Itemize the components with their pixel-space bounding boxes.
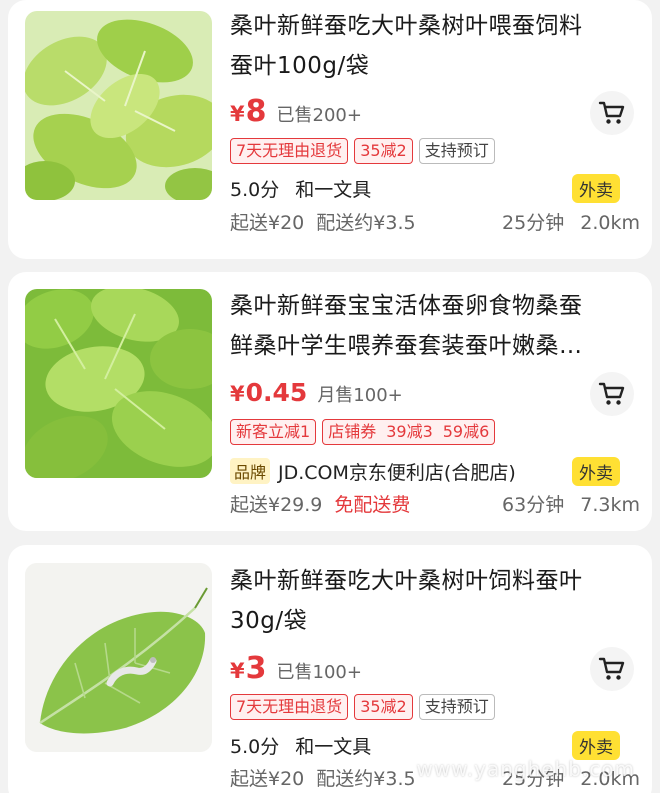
product-image[interactable] bbox=[25, 11, 212, 200]
product-image[interactable] bbox=[25, 563, 212, 752]
currency-symbol: ¥ bbox=[230, 102, 245, 126]
delivery-fee: 配送约¥3.5 bbox=[316, 211, 416, 234]
min-order: 起送¥20 bbox=[230, 767, 305, 790]
promo-tag: 7天无理由退货 bbox=[230, 694, 349, 720]
price: 0.45 bbox=[245, 378, 308, 407]
distance: 2.0km bbox=[580, 211, 640, 234]
title-line-2: 蚕叶100g/袋 bbox=[230, 53, 370, 79]
waimai-badge: 外卖 bbox=[572, 730, 620, 760]
shop-row[interactable]: 品牌 JD.COM京东便利店(合肥店) 外卖 bbox=[230, 455, 640, 487]
shop-name[interactable]: 和一文具 bbox=[295, 175, 371, 202]
shop-rating: 5.0分 bbox=[230, 178, 280, 201]
product-card[interactable]: 桑叶新鲜蚕吃大叶桑树叶饲料蚕叶 30g/袋 ¥ 3 已售100+ 7天无理由退货… bbox=[8, 545, 652, 793]
coupon-value: 59减6 bbox=[442, 422, 490, 441]
watermark: www.yanghehb.com bbox=[416, 757, 635, 781]
promo-tag: 支持预订 bbox=[418, 138, 495, 164]
product-image[interactable] bbox=[25, 289, 212, 478]
promo-tags: 新客立减1 店铺券 39减3 59减6 bbox=[230, 419, 496, 445]
distance: 7.3km bbox=[580, 493, 640, 516]
shop-row[interactable]: 5.0分 和一文具 外卖 bbox=[230, 172, 640, 204]
delivery-eta: 25分钟 bbox=[502, 211, 565, 234]
currency-symbol: ¥ bbox=[230, 382, 245, 406]
price: 3 bbox=[245, 651, 267, 686]
eta-distance: 63分钟 7.3km bbox=[502, 490, 640, 517]
add-to-cart-button[interactable] bbox=[590, 91, 634, 135]
promo-tags: 7天无理由退货 35减2 支持预订 bbox=[230, 138, 495, 164]
mulberry-leaves-image bbox=[25, 289, 212, 478]
price-row: ¥ 0.45 月售100+ bbox=[230, 378, 403, 414]
coupon-tag: 店铺券 39减3 59减6 bbox=[322, 419, 496, 445]
price: 8 bbox=[245, 94, 267, 129]
currency-symbol: ¥ bbox=[230, 659, 245, 683]
delivery-fee: 配送约¥3.5 bbox=[316, 767, 416, 790]
cart-icon bbox=[598, 101, 625, 124]
shop-name[interactable]: 和一文具 bbox=[295, 732, 371, 759]
cart-icon bbox=[598, 657, 625, 680]
mulberry-leaf-silkworm-image bbox=[25, 563, 212, 752]
delivery-eta: 63分钟 bbox=[502, 493, 565, 516]
sales-count: 已售100+ bbox=[276, 662, 362, 683]
promo-tag: 支持预订 bbox=[418, 694, 495, 720]
title-line-2: 鲜桑叶学生喂养蚕套装蚕叶嫩桑… bbox=[230, 333, 583, 359]
promo-tag: 35减2 bbox=[354, 694, 413, 720]
price-row: ¥ 8 已售200+ bbox=[230, 94, 362, 130]
price-row: ¥ 3 已售100+ bbox=[230, 651, 362, 687]
title-line-2: 30g/袋 bbox=[230, 608, 308, 634]
min-order: 起送¥29.9 bbox=[230, 493, 323, 516]
coupon-value: 39减3 bbox=[386, 422, 433, 441]
product-card[interactable]: 桑叶新鲜蚕吃大叶桑树叶喂蚕饲料 蚕叶100g/袋 ¥ 8 已售200+ 7天无理… bbox=[8, 0, 652, 259]
free-delivery: 免配送费 bbox=[334, 493, 411, 516]
sales-count: 月售100+ bbox=[317, 385, 403, 406]
product-title[interactable]: 桑叶新鲜蚕吃大叶桑树叶喂蚕饲料 蚕叶100g/袋 bbox=[230, 6, 640, 86]
mulberry-leaves-image bbox=[25, 11, 212, 200]
brand-badge: 品牌 bbox=[230, 458, 271, 484]
eta-distance: 25分钟 2.0km bbox=[502, 208, 640, 235]
add-to-cart-button[interactable] bbox=[590, 372, 634, 416]
waimai-badge: 外卖 bbox=[572, 456, 620, 486]
promo-tags: 7天无理由退货 35减2 支持预订 bbox=[230, 694, 495, 720]
delivery-info: 起送¥20 配送约¥3.5 25分钟 2.0km bbox=[230, 206, 640, 236]
product-title[interactable]: 桑叶新鲜蚕宝宝活体蚕卵食物桑蚕 鲜桑叶学生喂养蚕套装蚕叶嫩桑… bbox=[230, 286, 640, 366]
product-title[interactable]: 桑叶新鲜蚕吃大叶桑树叶饲料蚕叶 30g/袋 bbox=[230, 561, 640, 641]
promo-tag: 新客立减1 bbox=[230, 419, 317, 445]
title-line-1: 桑叶新鲜蚕吃大叶桑树叶饲料蚕叶 bbox=[230, 568, 583, 594]
min-order: 起送¥20 bbox=[230, 211, 305, 234]
cart-icon bbox=[598, 382, 625, 405]
title-line-1: 桑叶新鲜蚕宝宝活体蚕卵食物桑蚕 bbox=[230, 293, 583, 319]
coupon-label: 店铺券 bbox=[328, 422, 377, 441]
sales-count: 已售200+ bbox=[276, 105, 362, 126]
waimai-badge: 外卖 bbox=[572, 173, 620, 203]
promo-tag: 7天无理由退货 bbox=[230, 138, 349, 164]
shop-rating: 5.0分 bbox=[230, 735, 280, 758]
add-to-cart-button[interactable] bbox=[590, 647, 634, 691]
delivery-info: 起送¥29.9 免配送费 63分钟 7.3km bbox=[230, 488, 640, 518]
promo-tag: 35减2 bbox=[354, 138, 413, 164]
title-line-1: 桑叶新鲜蚕吃大叶桑树叶喂蚕饲料 bbox=[230, 13, 583, 39]
shop-name[interactable]: JD.COM京东便利店(合肥店) bbox=[278, 458, 516, 485]
product-card[interactable]: 桑叶新鲜蚕宝宝活体蚕卵食物桑蚕 鲜桑叶学生喂养蚕套装蚕叶嫩桑… ¥ 0.45 月… bbox=[8, 272, 652, 531]
